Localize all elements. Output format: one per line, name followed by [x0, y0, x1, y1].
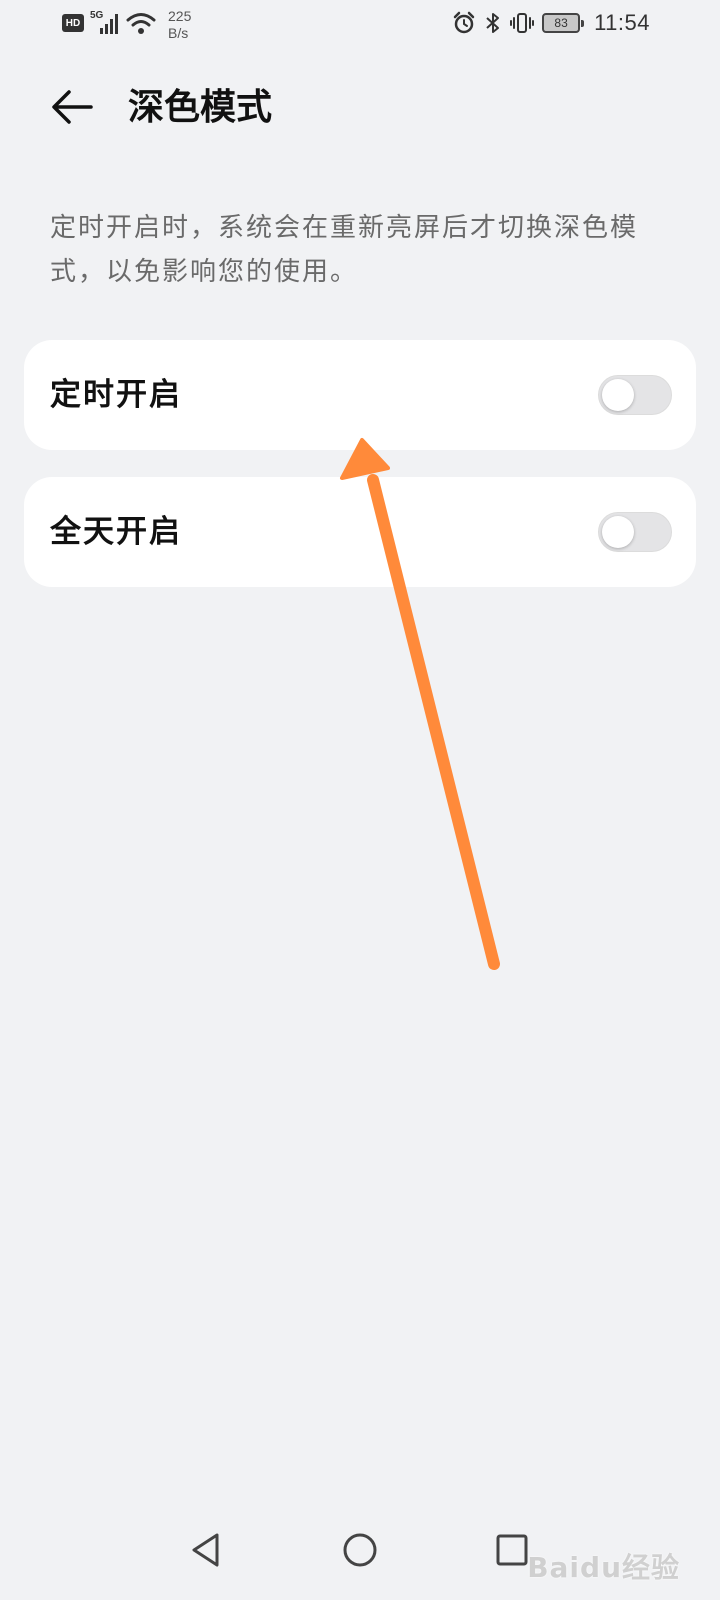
wifi-icon	[126, 10, 156, 40]
setting-scheduled-card[interactable]: 定时开启	[24, 340, 696, 450]
circle-home-icon	[342, 1532, 378, 1568]
network-speed-unit: B/s	[168, 25, 189, 41]
alarm-icon	[452, 11, 476, 35]
nav-back-button[interactable]	[176, 1520, 236, 1580]
network-speed-value: 225	[168, 8, 192, 24]
setting-scheduled-label: 定时开启	[50, 377, 182, 413]
battery-level: 83	[554, 16, 568, 30]
setting-all-day-card[interactable]: 全天开启	[24, 477, 696, 587]
bluetooth-icon	[484, 11, 502, 35]
status-bar-left: HD 5G 225 B/s	[62, 8, 191, 42]
setting-scheduled-toggle[interactable]	[598, 375, 672, 415]
back-button[interactable]	[46, 82, 96, 132]
vibrate-icon	[510, 11, 535, 35]
status-bar: HD 5G 225 B/s 83 11:54	[0, 0, 720, 50]
hd-badge: HD	[62, 14, 84, 32]
description-text: 定时开启时，系统会在重新亮屏后才切换深色模式，以免影响您的使用。	[50, 213, 639, 287]
toggle-knob	[602, 379, 634, 411]
title-bar: 深色模式	[0, 72, 720, 142]
watermark: Baidu经验	[527, 1551, 680, 1584]
cellular-signal-icon: 5G	[90, 8, 120, 38]
setting-all-day-label: 全天开启	[50, 514, 182, 550]
screen: HD 5G 225 B/s 83 11:54 深色模式 定时开启时，系统会在重新…	[0, 0, 720, 1600]
square-recents-icon	[495, 1533, 529, 1567]
toggle-knob	[602, 516, 634, 548]
page-title: 深色模式	[128, 86, 273, 128]
status-clock: 11:54	[594, 10, 650, 35]
network-speed: 225 B/s	[168, 8, 191, 42]
setting-all-day-toggle[interactable]	[598, 512, 672, 552]
nav-home-button[interactable]	[330, 1520, 390, 1580]
status-bar-right: 83 11:54	[452, 10, 650, 36]
arrow-left-icon	[49, 87, 93, 127]
triangle-back-icon	[189, 1532, 223, 1568]
battery-icon: 83	[542, 13, 585, 33]
